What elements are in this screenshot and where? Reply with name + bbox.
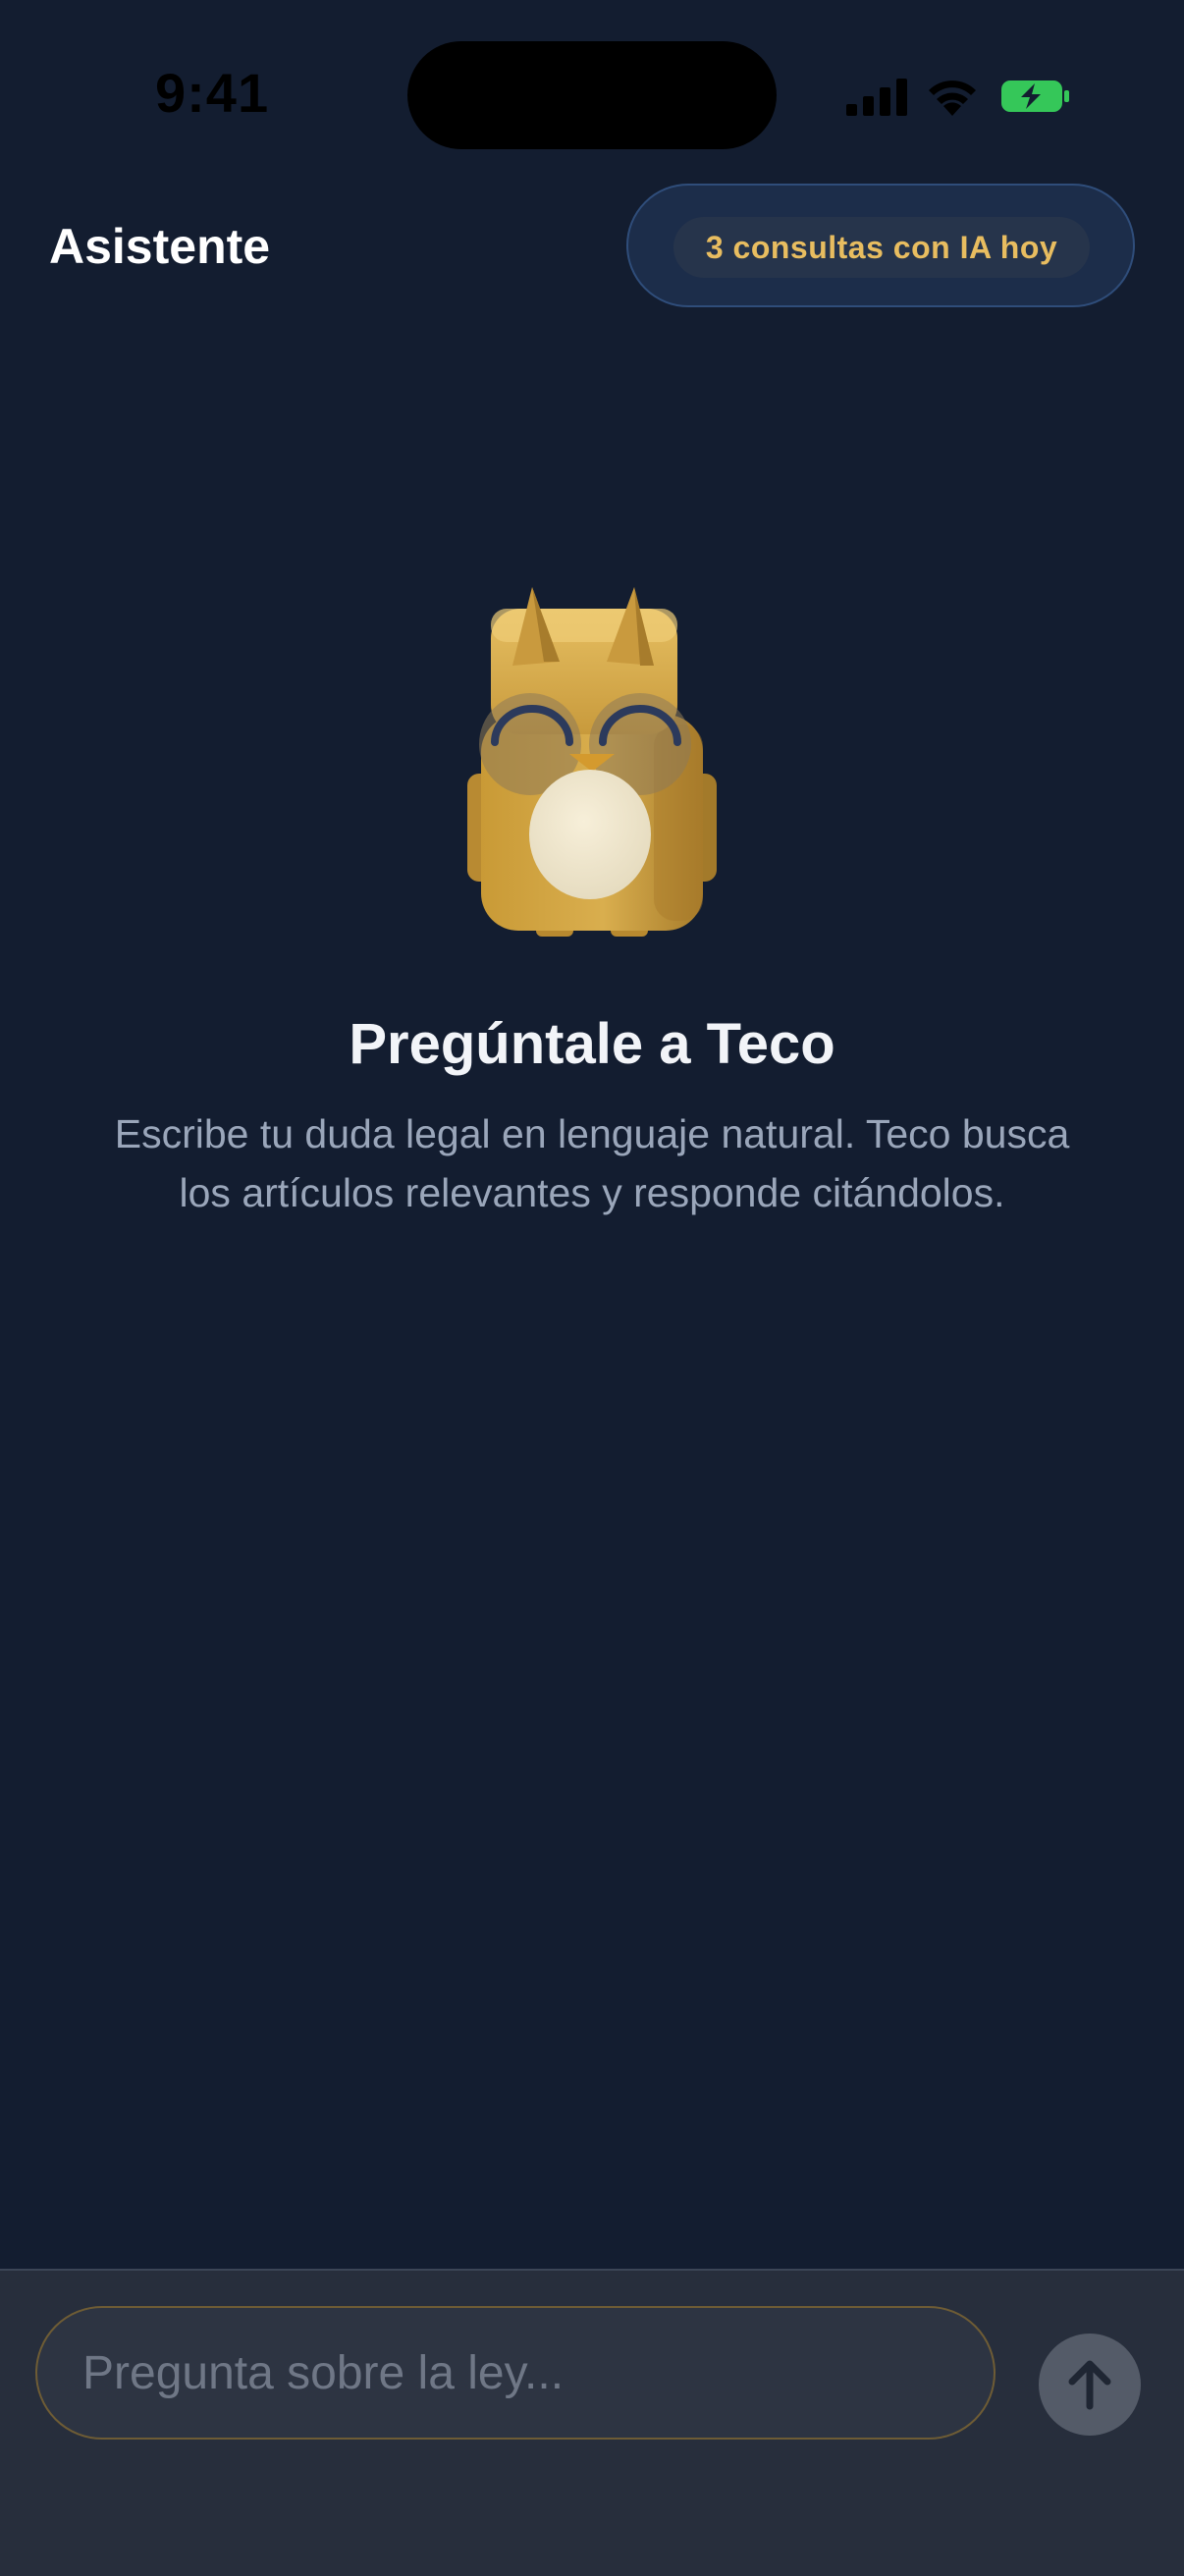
dynamic-island (407, 41, 777, 149)
ai-quota-badge[interactable]: 3 consultas con IA hoy (626, 184, 1135, 307)
send-button[interactable] (1039, 2334, 1141, 2436)
cellular-signal-icon (846, 79, 907, 116)
arrow-up-icon (1068, 2360, 1111, 2410)
question-input[interactable] (35, 2306, 996, 2440)
empty-state-description: Escribe tu duda legal en lenguaje natura… (114, 1111, 1070, 1215)
page-title: Asistente (49, 219, 271, 274)
assistant-screen: 9:41 Asistente 3 consultas con IA hoy Pr… (0, 0, 1184, 2576)
wifi-icon (929, 80, 976, 116)
chat-composer (0, 2269, 1184, 2576)
status-time: 9:41 (155, 62, 270, 124)
ai-quota-label: 3 consultas con IA hoy (673, 217, 1090, 278)
empty-state-title: Pregúntale a Teco (349, 1012, 835, 1076)
owl-mascot-icon (467, 587, 717, 937)
status-bar: 9:41 (0, 0, 1184, 187)
battery-charging-icon (1001, 80, 1069, 112)
